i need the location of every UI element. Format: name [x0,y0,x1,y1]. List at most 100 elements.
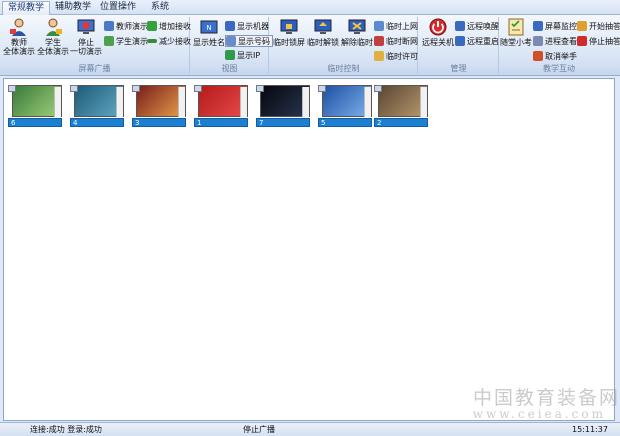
temp-online-label: 临时上网 [386,22,418,31]
thumbnail-label: 4 [70,118,124,127]
clock: 15:11:37 [572,425,608,434]
temp-unlock-button[interactable]: 临时解锁 [306,17,340,47]
power-icon [429,18,447,36]
ribbon: 教师 全体演示 学生 全体演示 停止 一切演示 教师演示 学生演示 增加接收 减… [0,15,620,76]
monitor-icon [70,85,78,92]
remote-restart-button[interactable]: 远程重启 [455,36,499,48]
screen-monitor-label: 屏幕监控 [545,22,577,31]
thumbnail-label: 1 [194,118,248,127]
thumbnail-screen [322,85,372,117]
thumbnail-sidebar [364,87,371,117]
show-machine-label: 显示机器 [237,22,269,31]
student-thumbnail[interactable]: 6 [8,85,62,127]
thumbnail-screen [378,85,428,117]
thumbnail-screen [198,85,248,117]
cancel-hand-button[interactable]: 取消举手 [533,51,577,63]
teacher-demo-all-button[interactable]: 教师 全体演示 [2,17,36,56]
quiz-icon [508,18,524,36]
cancel-hand-label: 取消举手 [545,52,577,61]
student-thumbnail[interactable]: 2 [374,85,428,127]
thumbnail-label: 6 [8,118,62,127]
cancel-temp-label: 解除临时 [341,38,373,47]
tab-system[interactable]: 系统 [146,1,174,15]
student-thumbnail[interactable]: 5 [318,85,372,127]
student-show-button[interactable]: 学生演示 [104,36,148,48]
stop-all-demo-button[interactable]: 停止 一切演示 [70,17,102,56]
start-roll-icon [577,21,587,31]
stop-roll-icon [577,36,587,46]
temp-offline-button[interactable]: 临时断网 [374,36,418,48]
stop-monitor-icon [77,19,95,34]
monitor-icon [132,85,140,92]
teacher-small-icon [104,21,114,31]
group-label-temp-control: 临时控制 [270,64,417,74]
temp-lock-button[interactable]: 临时锁屏 [272,17,306,47]
group-interact: 随堂小考 屏幕监控 进程查看 取消举手 开始抽答 停止抽答 教学互动 [500,17,620,74]
add-receive-button[interactable]: 增加接收 [147,21,191,33]
machine-icon [225,21,235,31]
broadcast-status: 停止广播 [243,425,275,434]
tab-regular-teaching[interactable]: 常规教学 [2,1,51,15]
student-demo-all-label: 学生 全体演示 [37,38,69,56]
offline-icon [374,36,384,46]
monitor-icon [374,85,382,92]
show-name-button[interactable]: N 显示姓名 [193,17,225,47]
connection-status: 连接:成功 登录:成功 [30,425,102,434]
reduce-receive-button[interactable]: 减少接收 [147,36,191,48]
monitor-icon [194,85,202,92]
start-roll-label: 开始抽答 [589,22,620,31]
group-label-screen-broadcast: 屏幕广播 [0,64,189,74]
student-thumbnail[interactable]: 1 [194,85,248,127]
student-thumbnail[interactable]: 4 [70,85,124,127]
thumbnail-screen [74,85,124,117]
group-manage: 远程关机 远程唤醒 远程重启 管理 [419,17,499,74]
thumbnail-screen [260,85,310,117]
temp-unlock-label: 临时解锁 [307,38,339,47]
cancel-temp-button[interactable]: 解除临时 [340,17,374,47]
group-view: N 显示姓名 显示机器 显示号码 显示IP 视图 [191,17,273,74]
student-icon [46,18,62,36]
show-machine-button[interactable]: 显示机器 [225,21,269,33]
student-demo-all-button[interactable]: 学生 全体演示 [36,17,70,56]
tab-assist-teaching[interactable]: 辅助教学 [50,1,96,15]
show-ip-label: 显示IP [237,51,261,60]
remote-wake-label: 远程唤醒 [467,22,499,31]
teacher-icon [10,18,26,36]
stop-all-demo-label: 停止 一切演示 [70,38,102,56]
process-view-button[interactable]: 进程查看 [533,36,577,48]
teacher-show-label: 教师演示 [116,22,148,31]
monitor-icon [8,85,16,92]
temp-online-button[interactable]: 临时上网 [374,21,418,33]
status-bar: 连接:成功 登录:成功 停止广播 15:11:37 [0,422,620,436]
remote-restart-label: 远程重启 [467,37,499,46]
monitor-icon [318,85,326,92]
group-label-manage: 管理 [419,64,498,74]
student-screen-area: 6 4 3 1 7 5 2 [3,78,615,421]
show-number-label: 显示号码 [238,37,270,46]
quiz-button[interactable]: 随堂小考 [500,17,532,47]
remote-wake-button[interactable]: 远程唤醒 [455,21,499,33]
thumbnail-sidebar [178,87,185,117]
teacher-show-button[interactable]: 教师演示 [104,21,148,33]
menu-bar: 常规教学 辅助教学 位置操作 系统 [0,0,620,15]
start-roll-button[interactable]: 开始抽答 [577,21,620,33]
temp-allow-button[interactable]: 临时许可 [374,51,418,63]
minus-icon [147,39,157,43]
show-number-button[interactable]: 显示号码 [225,35,273,47]
screen-monitor-button[interactable]: 屏幕监控 [533,21,577,33]
remote-shutdown-button[interactable]: 远程关机 [421,17,455,47]
hand-icon [533,51,543,61]
temp-lock-label: 临时锁屏 [273,38,305,47]
stop-roll-button[interactable]: 停止抽答 [577,36,620,48]
show-ip-button[interactable]: 显示IP [225,50,260,62]
student-thumbnail[interactable]: 3 [132,85,186,127]
thumbnail-sidebar [302,87,309,117]
stop-roll-label: 停止抽答 [589,37,620,46]
student-thumbnail[interactable]: 7 [256,85,310,127]
tab-position-ops[interactable]: 位置操作 [95,1,141,15]
plus-icon [147,21,157,31]
student-small-icon [104,36,114,46]
reduce-receive-label: 减少接收 [159,37,191,46]
temp-offline-label: 临时断网 [386,37,418,46]
monitor-icon [256,85,264,92]
